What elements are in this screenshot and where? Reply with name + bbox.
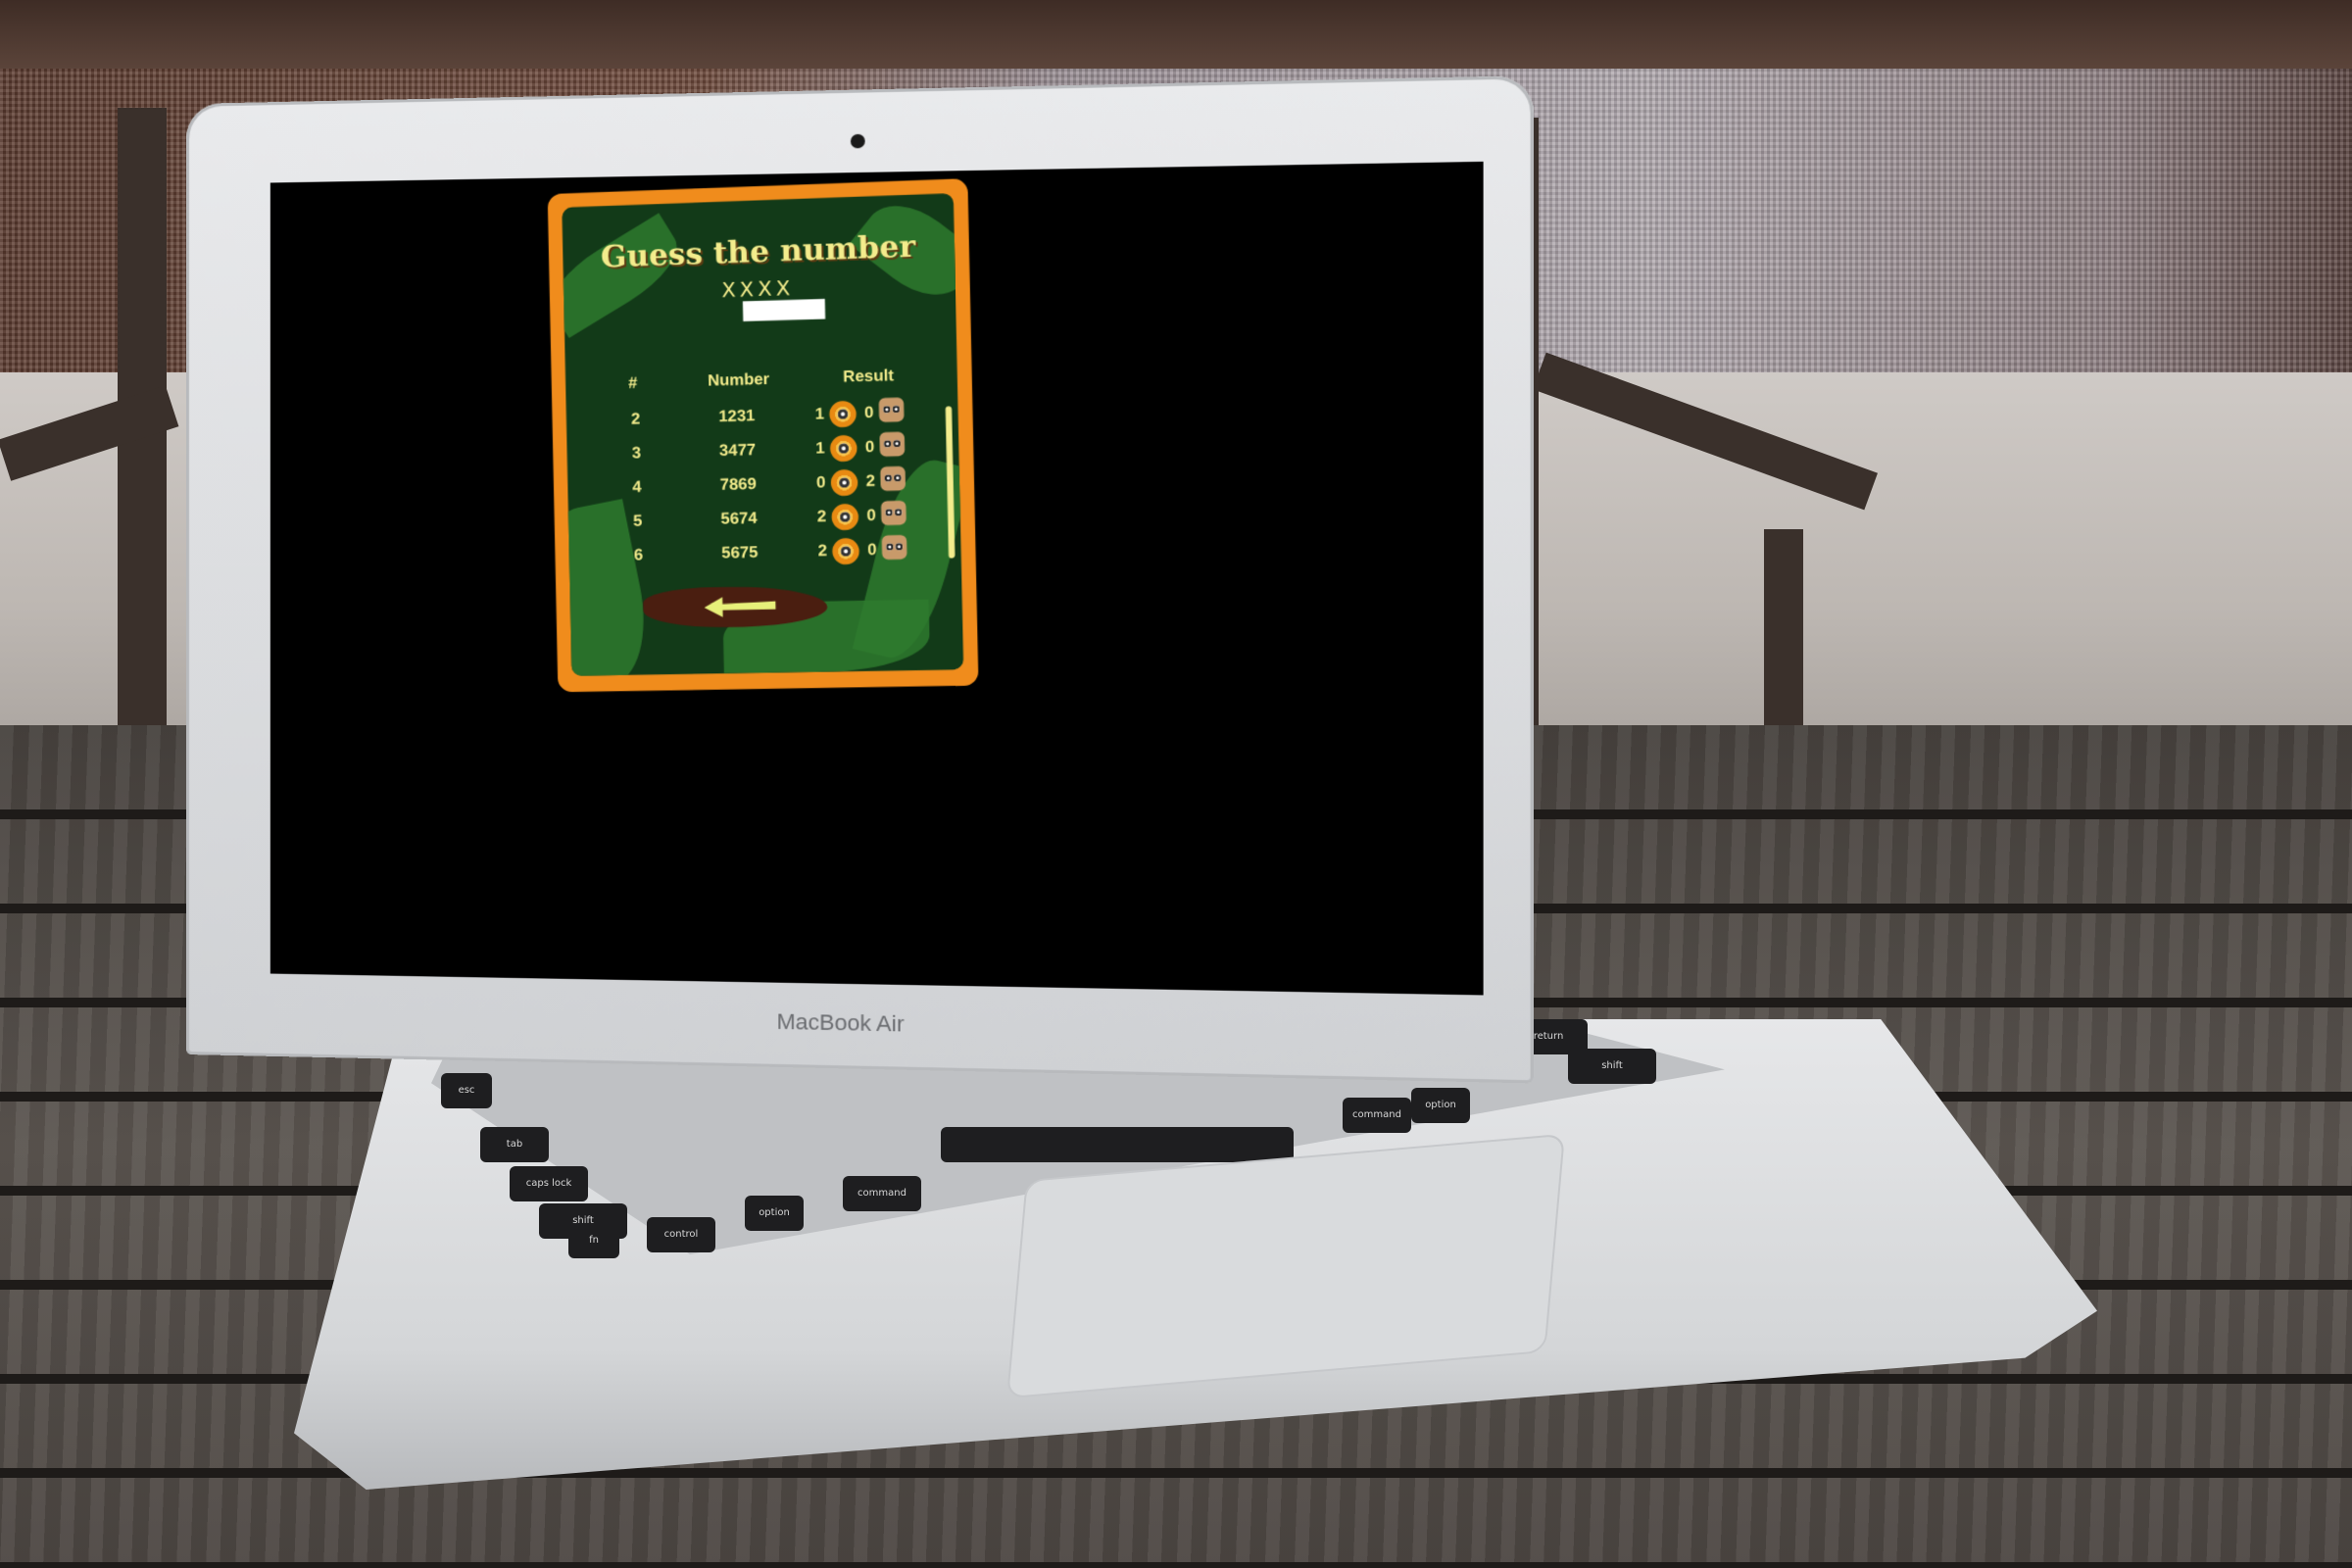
lion-icon [830,468,858,497]
background-wall-band [0,0,2352,69]
lion-count: 0 [815,473,826,492]
key-esc: esc [441,1073,492,1108]
cat-icon [881,534,907,561]
row-guess-number: 7869 [719,475,758,494]
lion-icon [829,434,858,463]
column-header-result: Result [843,367,895,386]
cat-icon [879,431,906,457]
key-shift-right: shift [1568,1049,1656,1084]
row-index: 5 [633,513,643,530]
row-guess-number: 3477 [718,441,757,461]
cat-count: 2 [865,472,876,491]
lion-icon [832,537,860,565]
key-space [941,1127,1294,1162]
cat-count: 0 [864,404,874,422]
row-index: 2 [630,411,641,428]
lion-count: 2 [816,508,827,526]
laptop-brand-label: MacBook Air [776,1008,905,1037]
guess-input[interactable] [742,298,826,322]
column-header-index: # [627,374,638,393]
row-index: 6 [633,546,644,564]
lion-count: 1 [814,405,825,423]
cat-count: 0 [866,507,877,525]
cat-icon [880,500,906,526]
webcam [850,133,865,149]
key-command-right: command [1343,1098,1411,1133]
cat-icon [878,397,905,422]
row-guess-number: 5675 [721,544,759,563]
row-index: 3 [631,444,642,463]
key-tab: tab [480,1127,549,1162]
key-command-left: command [843,1176,921,1211]
laptop-lid: Guess the number XXXX # Number Result 2 … [186,75,1534,1084]
lion-count: 1 [815,439,825,458]
game-board: Guess the number XXXX # Number Result 2 … [562,193,964,676]
key-option-right: option [1411,1088,1470,1123]
key-option-left: option [745,1196,804,1231]
row-guess-number: 1231 [718,407,756,426]
key-caps-lock: caps lock [510,1166,588,1201]
lion-count: 2 [817,542,828,561]
cat-icon [880,466,906,491]
row-guess-number: 5674 [720,510,758,528]
game-frame: Guess the number XXXX # Number Result 2 … [547,178,979,693]
lion-icon [829,400,858,428]
cat-count: 0 [867,541,877,560]
laptop-screen: Guess the number XXXX # Number Result 2 … [270,161,1484,996]
cat-count: 0 [864,438,875,457]
key-control: control [647,1217,715,1252]
chair-leg-right [1764,529,1803,745]
row-index: 4 [632,478,642,497]
column-header-number: Number [707,370,770,390]
key-fn: fn [568,1223,619,1258]
lion-icon [831,503,859,531]
back-arrow-icon [704,596,776,618]
